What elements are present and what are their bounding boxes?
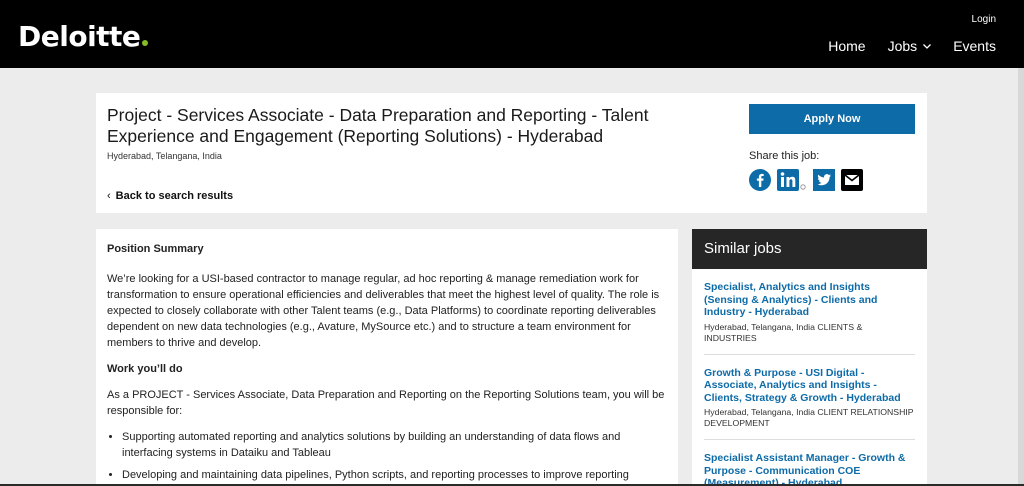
similar-job-item: Specialist Assistant Manager - Growth & … [704, 440, 915, 486]
back-label: Back to search results [115, 190, 234, 202]
logo-text: Deloitte [18, 20, 141, 53]
similar-job-link[interactable]: Specialist, Analytics and Insights (Sens… [704, 281, 915, 319]
work-intro-text: As a PROJECT - Services Associate, Data … [107, 389, 665, 417]
facebook-icon[interactable] [749, 169, 771, 191]
job-location: Hyderabad, Telangana, India [107, 151, 222, 161]
job-description: Position Summary We’re looking for a USI… [96, 229, 678, 486]
login-link[interactable]: Login [972, 14, 996, 25]
email-icon[interactable] [841, 169, 863, 191]
chevron-left-icon: ‹ [107, 190, 111, 202]
apply-now-button[interactable]: Apply Now [749, 104, 915, 134]
list-item: Supporting automated reporting and analy… [122, 429, 667, 461]
similar-job-item: Growth & Purpose - USI Digital - Associa… [704, 355, 915, 440]
site-header: Deloitte Login Home Jobs Events [0, 0, 1024, 68]
nav-jobs-label: Jobs [887, 38, 918, 54]
similar-job-meta: Hyderabad, Telangana, India CLIENT RELAT… [704, 407, 914, 428]
share-label: Share this job: [749, 150, 820, 162]
chevron-down-icon [923, 43, 932, 49]
linkedin-icon[interactable] [777, 169, 807, 191]
similar-jobs-heading: Similar jobs [692, 229, 927, 269]
job-title: Project - Services Associate - Data Prep… [107, 105, 649, 146]
main-nav: Home Jobs Events [828, 38, 996, 54]
twitter-icon[interactable] [813, 169, 835, 191]
similar-job-link[interactable]: Specialist Assistant Manager - Growth & … [704, 452, 915, 486]
share-icons [749, 169, 863, 191]
job-header-card: Project - Services Associate - Data Prep… [96, 93, 927, 213]
nav-jobs[interactable]: Jobs [888, 38, 932, 54]
similar-jobs-panel: Similar jobs Specialist, Analytics and I… [692, 229, 927, 486]
similar-job-item: Specialist, Analytics and Insights (Sens… [704, 269, 915, 355]
back-to-search-link[interactable]: ‹ Back to search results [107, 190, 233, 202]
nav-home[interactable]: Home [828, 38, 865, 54]
similar-job-meta: Hyderabad, Telangana, India CLIENTS & IN… [704, 321, 863, 343]
similar-job-link[interactable]: Growth & Purpose - USI Digital - Associa… [704, 367, 915, 405]
page-scrollbar[interactable] [1018, 68, 1024, 486]
position-summary-heading: Position Summary [107, 243, 204, 255]
position-summary-text: We’re looking for a USI-based contractor… [107, 273, 660, 349]
logo-dot [142, 40, 149, 46]
deloitte-logo[interactable]: Deloitte [18, 20, 149, 53]
work-heading: Work you’ll do [107, 363, 183, 375]
nav-events[interactable]: Events [953, 38, 996, 54]
responsibility-list: Supporting automated reporting and analy… [122, 429, 667, 486]
